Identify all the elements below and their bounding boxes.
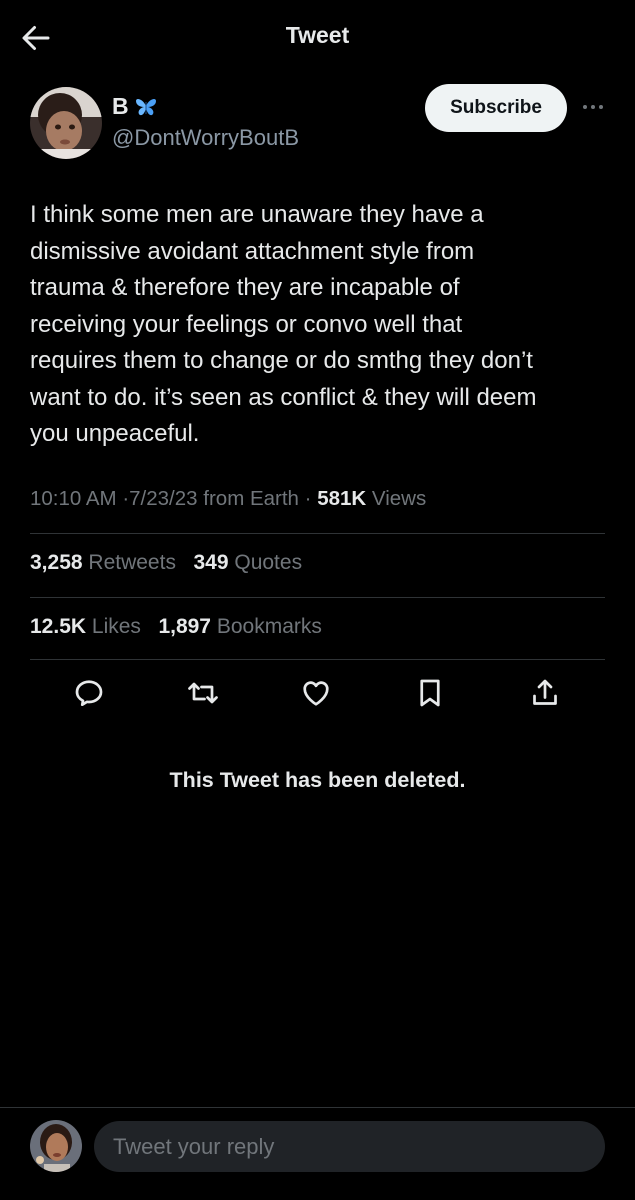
quotes-stat[interactable]: 349 Quotes bbox=[193, 551, 302, 575]
butterfly-icon bbox=[135, 97, 157, 117]
reply-divider bbox=[0, 1107, 635, 1108]
likes-label: Likes bbox=[91, 615, 141, 638]
tweet-time: 10:10 AM bbox=[30, 487, 117, 510]
tweet-date: 7/23/23 bbox=[129, 487, 198, 510]
divider bbox=[30, 533, 605, 534]
current-user-avatar[interactable] bbox=[30, 1120, 82, 1172]
bookmark-icon bbox=[420, 679, 440, 707]
reply-icon bbox=[75, 680, 103, 707]
likes-stat[interactable]: 12.5K Likes bbox=[30, 615, 141, 639]
tweet-source: from Earth bbox=[203, 487, 299, 510]
bookmarks-count: 1,897 bbox=[158, 615, 211, 638]
tweet-text: I think some men are unaware they have a… bbox=[30, 197, 610, 453]
bookmarks-label: Bookmarks bbox=[216, 615, 322, 638]
retweets-stat[interactable]: 3,258 Retweets bbox=[30, 551, 176, 575]
like-icon bbox=[303, 681, 329, 706]
retweet-icon bbox=[188, 682, 218, 704]
quotes-count: 349 bbox=[193, 551, 229, 574]
divider bbox=[30, 659, 605, 660]
views-label: Views bbox=[371, 487, 427, 510]
views-count: 581K bbox=[317, 487, 367, 510]
bookmarks-stat[interactable]: 1,897 Bookmarks bbox=[158, 615, 321, 639]
retweets-count: 3,258 bbox=[30, 551, 83, 574]
tweet-text-line: dismissive avoidant attachment style fro… bbox=[30, 237, 475, 265]
retweets-label: Retweets bbox=[88, 551, 176, 574]
more-options-button[interactable] bbox=[580, 96, 606, 118]
top-bar: Tweet bbox=[0, 0, 635, 74]
reply-button[interactable] bbox=[71, 675, 107, 711]
share-button[interactable] bbox=[527, 675, 563, 711]
quotes-label: Quotes bbox=[234, 551, 303, 574]
retweet-button[interactable] bbox=[185, 675, 221, 711]
meta-separator: · bbox=[304, 487, 312, 510]
divider bbox=[30, 597, 605, 598]
tweet-text-line: trauma & therefore they are incapable of bbox=[30, 274, 460, 301]
tweet-text-line: I think some men are unaware they have a bbox=[30, 201, 484, 228]
author-avatar[interactable] bbox=[30, 87, 102, 159]
page-title: Tweet bbox=[285, 22, 350, 48]
author-handle[interactable]: @DontWorryBoutB bbox=[112, 125, 299, 151]
bookmark-button[interactable] bbox=[412, 675, 448, 711]
tweet-text-line: want to do. it’s seen as conflict & they… bbox=[30, 383, 537, 411]
tweet-text-line: you unpeaceful. bbox=[30, 420, 200, 447]
like-button[interactable] bbox=[298, 675, 334, 711]
likes-count: 12.5K bbox=[30, 615, 87, 638]
reply-input[interactable] bbox=[94, 1121, 605, 1172]
ellipsis-icon bbox=[583, 105, 603, 109]
tweet-detail-screen: Tweet B @DontWorryBoutB Subscribe I thin… bbox=[0, 0, 635, 1200]
subscribe-button[interactable]: Subscribe bbox=[425, 84, 567, 132]
stats-row-reposts: 3,258 Retweets 349 Quotes bbox=[30, 551, 302, 575]
tweet-meta: 10:10 AM ·7/23/23 from Earth · 581K View… bbox=[30, 487, 426, 511]
author-name-row[interactable]: B bbox=[112, 93, 157, 120]
stats-row-engagement: 12.5K Likes 1,897 Bookmarks bbox=[30, 615, 322, 639]
tweet-text-line: requires them to change or do smthg they… bbox=[30, 347, 533, 374]
author-name: B bbox=[112, 93, 129, 119]
share-icon bbox=[533, 679, 557, 705]
tweet-action-bar bbox=[0, 675, 635, 715]
deleted-tweet-notice: This Tweet has been deleted. bbox=[169, 768, 466, 792]
tweet-text-line: receiving your feelings or convo well th… bbox=[30, 310, 463, 338]
